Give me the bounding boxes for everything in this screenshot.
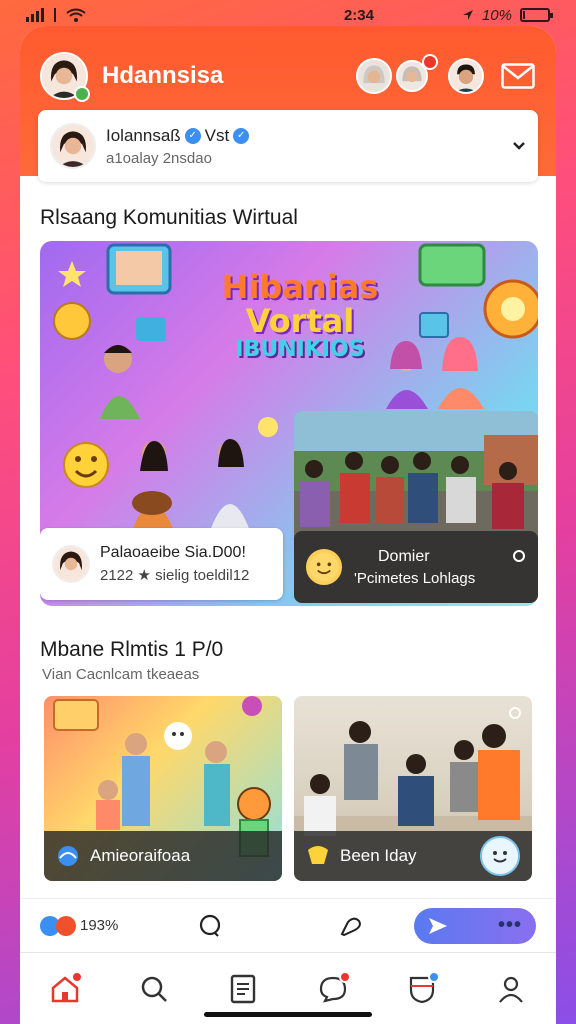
nav-profile[interactable] <box>489 967 533 1011</box>
profile-name: Iolannsaß <box>106 125 181 145</box>
photo-caption-title: Domier <box>378 547 430 565</box>
status-left <box>26 8 86 22</box>
app-header: Hdannsisa Iolannsaß ✓ Vst ✓ a1oalay 2nsd… <box>20 26 556 182</box>
location-icon <box>462 10 473 20</box>
section-subtitle: Vian Cacnlcam tkeaeas <box>42 666 200 683</box>
action-bar: 193% ••• <box>20 898 556 952</box>
profile-icon <box>499 976 524 1003</box>
more-options-button[interactable]: ••• <box>414 907 536 944</box>
avatar <box>50 123 96 169</box>
verified-icon: ✓ <box>184 127 201 144</box>
section-title: Rlsaang Komunitias Wirtual <box>40 206 298 229</box>
photo-card-caption[interactable]: Domier 'Pcimetes Lohlags <box>294 531 538 603</box>
notification-badge <box>338 970 351 983</box>
header-row: Hdannsisa <box>20 26 556 110</box>
notification-badge <box>427 970 440 983</box>
photo-caption-sub: 'Pcimetes Lohlags <box>354 569 476 587</box>
notification-badge <box>70 970 83 983</box>
photo-card[interactable]: Domier 'Pcimetes Lohlags <box>294 411 538 603</box>
battery-icon <box>520 8 553 22</box>
section-title: Mbane Rlmtis 1 P/0 <box>40 638 224 661</box>
smile-icon <box>493 851 507 863</box>
hero-title-line2: Vortal <box>245 301 355 340</box>
options-icon[interactable] <box>508 706 522 720</box>
search-icon <box>141 976 167 1002</box>
love-reaction-icon <box>56 915 76 936</box>
user-avatar-wrap[interactable] <box>40 52 90 102</box>
comment-icon <box>199 914 221 937</box>
avatar <box>52 545 90 583</box>
chevron-down-icon[interactable] <box>512 138 526 154</box>
hero-title-line1: Hibanias <box>221 268 379 306</box>
pin-icon[interactable] <box>512 549 526 563</box>
wifi-icon <box>66 8 86 22</box>
hero-title-line3: IBUNIKIOS <box>235 337 365 363</box>
person-icon <box>358 60 390 92</box>
friend-avatar[interactable] <box>448 58 484 94</box>
hero-caption-title: Palaoaeibe Sia.D00! <box>100 544 246 561</box>
emoji-avatar <box>306 549 342 585</box>
globe-icon <box>58 846 78 866</box>
person-icon <box>54 547 88 581</box>
verified-icon: ✓ <box>233 127 250 144</box>
community-card-caption[interactable]: Amieoraifoaa <box>44 831 282 881</box>
nav-notifications[interactable] <box>400 967 444 1011</box>
battery-fill <box>523 11 525 19</box>
comment-button[interactable] <box>190 906 230 946</box>
hero-caption[interactable]: Palaoaeibe Sia.D00! 2122 ★ sielig toeldi… <box>40 528 283 600</box>
nav-search[interactable] <box>132 967 176 1011</box>
profile-name-row: Iolannsaß ✓ Vst ✓ <box>106 126 512 146</box>
notification-badge <box>422 54 438 70</box>
send-icon <box>429 917 447 934</box>
profile-card[interactable]: Iolannsaß ✓ Vst ✓ a1oalay 2nsdao <box>38 110 538 182</box>
person-icon <box>450 60 482 92</box>
document-icon <box>231 974 256 1003</box>
person-icon <box>52 125 94 167</box>
friend-avatar[interactable] <box>356 58 392 94</box>
smile-icon <box>309 552 339 582</box>
signal-icon <box>26 8 44 22</box>
photo-caption-texts: Domier 'Pcimetes Lohlags <box>354 548 512 587</box>
bot-avatar[interactable] <box>480 836 520 876</box>
profile-name-extra: Vst <box>204 125 230 145</box>
header-avatars[interactable] <box>356 54 484 94</box>
community-card-label: Amieoraifoaa <box>90 846 191 865</box>
chat-bubble-icon <box>308 846 328 864</box>
home-indicator <box>204 1012 372 1017</box>
mail-icon <box>501 63 535 89</box>
friend-avatar-wrap[interactable] <box>396 54 438 92</box>
profile-texts: Iolannsaß ✓ Vst ✓ a1oalay 2nsdao <box>106 126 512 167</box>
community-card[interactable]: Been Iday <box>294 696 532 881</box>
battery-percent: 10% <box>481 6 512 24</box>
hero-title: Hibanias Vortal IBUNIKIOS <box>200 268 400 363</box>
community-card[interactable]: Amieoraifoaa <box>44 696 282 881</box>
share-button[interactable] <box>330 906 370 946</box>
clock: 2:34 <box>343 6 374 24</box>
online-badge <box>74 86 90 102</box>
nav-messages[interactable] <box>311 967 355 1011</box>
app-screen: Hdannsisa Iolannsaß ✓ Vst ✓ a1oalay 2nsd… <box>20 26 556 1024</box>
community-card-caption[interactable]: Been Iday <box>294 831 532 881</box>
app-title: Hdannsisa <box>102 62 224 89</box>
reaction-count: 193% <box>80 917 119 934</box>
hero-caption-sub: 2122 ★ sielig toeldil12 <box>100 567 250 584</box>
community-card-label: Been Iday <box>340 846 417 865</box>
nav-feed[interactable] <box>221 967 265 1011</box>
profile-subtitle: a1oalay 2nsdao <box>106 149 212 167</box>
mail-button[interactable] <box>500 61 536 91</box>
reactions[interactable]: 193% <box>40 915 190 936</box>
network-icon <box>54 8 56 22</box>
hero-caption-texts: Palaoaeibe Sia.D00! 2122 ★ sielig toeldi… <box>100 544 249 584</box>
share-icon <box>340 917 361 936</box>
nav-home[interactable] <box>43 967 87 1011</box>
status-right: 10% <box>462 6 553 24</box>
more-icon: ••• <box>497 914 522 936</box>
